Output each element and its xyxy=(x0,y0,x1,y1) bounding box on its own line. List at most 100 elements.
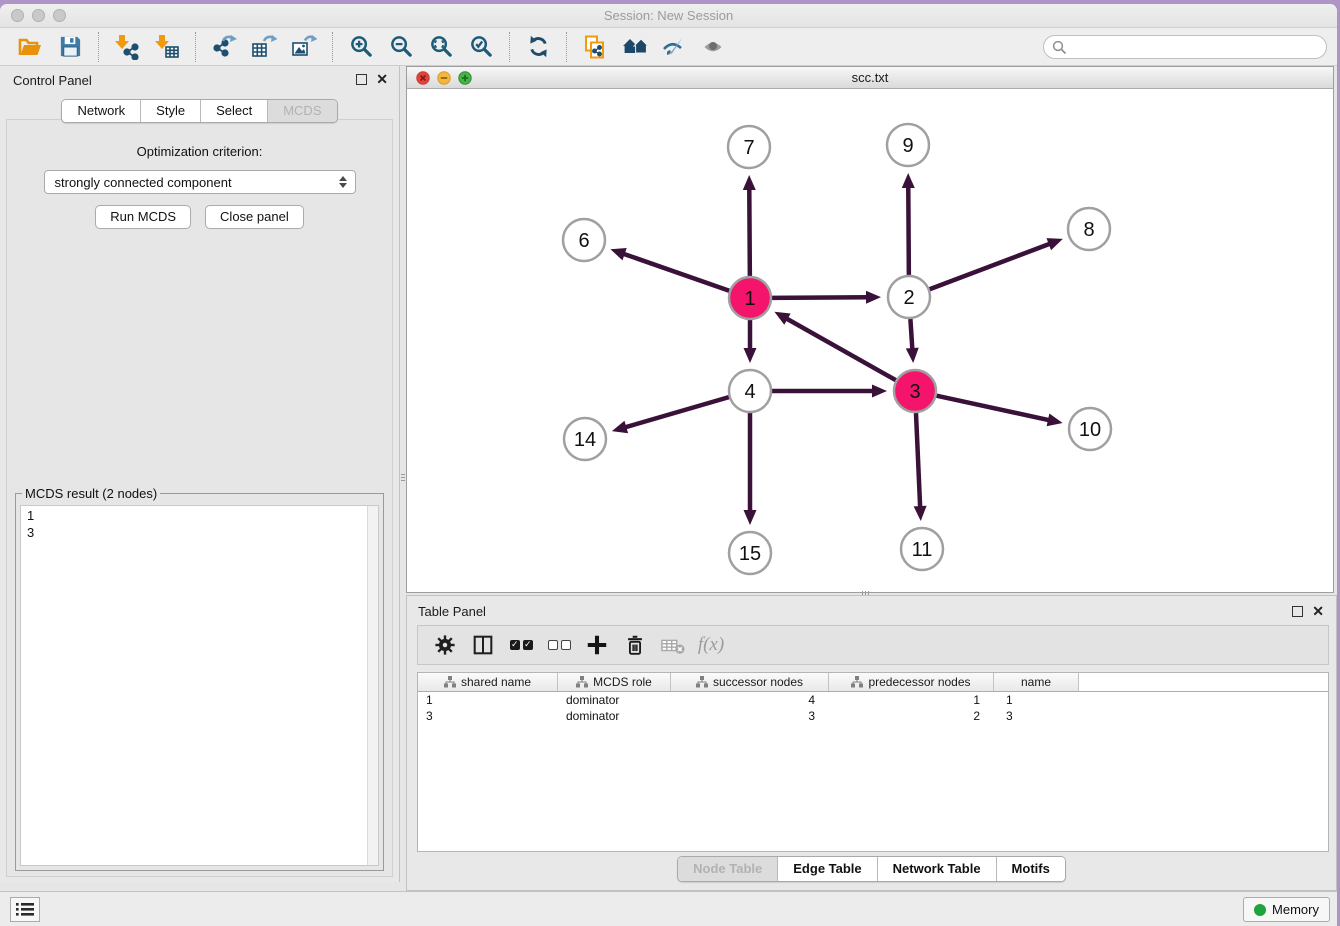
cell-shared-name[interactable]: 1 xyxy=(418,692,558,708)
criterion-value: strongly connected component xyxy=(55,175,339,190)
node-label-11: 11 xyxy=(912,539,933,561)
table-tab-network-table[interactable]: Network Table xyxy=(877,857,996,881)
home-view-icon[interactable] xyxy=(615,32,655,62)
table-tab-motifs[interactable]: Motifs xyxy=(996,857,1065,881)
search-icon xyxy=(1052,40,1067,55)
result-scrollbar[interactable] xyxy=(367,506,378,865)
toolbar-separator xyxy=(566,32,567,62)
edge-1-7[interactable] xyxy=(749,187,750,276)
table-tabs: Node TableEdge TableNetwork TableMotifs xyxy=(677,856,1066,882)
cell-shared-name[interactable]: 3 xyxy=(418,708,558,724)
split-view-icon[interactable] xyxy=(464,630,502,660)
memory-button[interactable]: Memory xyxy=(1243,897,1330,922)
mcds-panel: Optimization criterion: strongly connect… xyxy=(6,119,393,877)
table-tab-node-table[interactable]: Node Table xyxy=(678,857,777,881)
import-table-icon[interactable] xyxy=(147,32,187,62)
zoom-selected-icon[interactable] xyxy=(461,32,501,62)
close-table-panel-icon[interactable]: ✕ xyxy=(1312,604,1324,618)
export-image-icon[interactable] xyxy=(284,32,324,62)
show-graphics-details-icon[interactable] xyxy=(695,32,735,62)
save-session-icon[interactable] xyxy=(50,32,90,62)
zoom-out-icon[interactable] xyxy=(381,32,421,62)
delete-table-icon[interactable] xyxy=(654,630,692,660)
column-label: name xyxy=(1021,675,1051,689)
column-header-name[interactable]: name xyxy=(994,673,1079,691)
edge-arrowhead xyxy=(612,421,628,433)
criterion-dropdown[interactable]: strongly connected component xyxy=(44,170,356,194)
tab-select[interactable]: Select xyxy=(200,100,267,122)
edge-arrowhead xyxy=(610,248,626,260)
delete-column-icon[interactable] xyxy=(616,630,654,660)
float-panel-icon[interactable] xyxy=(356,74,367,85)
network-graph-canvas[interactable]: 1234678910111415 xyxy=(407,89,1333,592)
close-panel-button[interactable]: Close panel xyxy=(205,205,304,229)
edge-1-2[interactable] xyxy=(772,297,869,298)
cell-MCDS-role[interactable]: dominator xyxy=(558,708,671,724)
node-label-15: 15 xyxy=(739,543,761,565)
table-row-2[interactable]: 3dominator323 xyxy=(418,708,1328,724)
vertical-splitter-handle[interactable] xyxy=(400,464,406,490)
edge-1-6[interactable] xyxy=(622,253,729,291)
cell-predecessor-nodes[interactable]: 2 xyxy=(829,708,994,724)
memory-status-icon xyxy=(1254,904,1266,916)
cell-name[interactable]: 3 xyxy=(994,708,1079,724)
export-network-icon[interactable] xyxy=(204,32,244,62)
edge-3-10[interactable] xyxy=(936,396,1050,421)
edge-4-14[interactable] xyxy=(623,397,728,428)
tab-mcds[interactable]: MCDS xyxy=(267,100,336,122)
run-mcds-button[interactable]: Run MCDS xyxy=(95,205,191,229)
search-input[interactable] xyxy=(1043,35,1327,59)
node-label-8: 8 xyxy=(1083,219,1094,241)
refresh-layout-icon[interactable] xyxy=(518,32,558,62)
mcds-result-box[interactable]: 13 xyxy=(20,505,379,866)
zoom-fit-icon[interactable] xyxy=(421,32,461,62)
table-header-row: shared name MCDS rolesuccessor nodesprede… xyxy=(418,673,1328,692)
node-label-7: 7 xyxy=(743,137,754,159)
cell-MCDS-role[interactable]: dominator xyxy=(558,692,671,708)
select-all-checkboxes-icon[interactable] xyxy=(502,630,540,660)
cell-successor-nodes[interactable]: 3 xyxy=(671,708,829,724)
edge-2-3[interactable] xyxy=(910,319,912,351)
table-body: 1dominator4113dominator323 xyxy=(418,692,1328,724)
node-label-14: 14 xyxy=(574,429,596,451)
table-tab-edge-table[interactable]: Edge Table xyxy=(777,857,876,881)
deselect-all-checkboxes-icon[interactable] xyxy=(540,630,578,660)
node-table[interactable]: shared name MCDS rolesuccessor nodesprede… xyxy=(417,672,1329,852)
search-container xyxy=(1043,35,1327,59)
column-header-MCDS-role[interactable]: MCDS role xyxy=(558,673,671,691)
mcds-result-fieldset: MCDS result (2 nodes) 13 xyxy=(15,486,384,871)
edge-2-9[interactable] xyxy=(908,185,909,275)
edge-3-1[interactable] xyxy=(785,318,896,381)
tab-style[interactable]: Style xyxy=(140,100,200,122)
open-session-icon[interactable] xyxy=(10,32,50,62)
column-settings-icon[interactable] xyxy=(426,630,464,660)
import-network-icon[interactable] xyxy=(107,32,147,62)
zoom-in-icon[interactable] xyxy=(341,32,381,62)
status-bar: Memory xyxy=(0,891,1337,926)
apply-function-icon[interactable]: f(x) xyxy=(692,630,730,660)
optimization-criterion-label: Optimization criterion: xyxy=(7,144,392,159)
add-column-icon[interactable] xyxy=(578,630,616,660)
cell-name[interactable]: 1 xyxy=(994,692,1079,708)
duplicate-network-icon[interactable] xyxy=(575,32,615,62)
edge-2-8[interactable] xyxy=(930,243,1052,289)
network-window-titlebar[interactable]: scc.txt xyxy=(407,67,1333,89)
column-header-successor-nodes[interactable]: successor nodes xyxy=(671,673,829,691)
float-table-panel-icon[interactable] xyxy=(1292,606,1303,617)
close-panel-icon[interactable]: ✕ xyxy=(376,72,388,86)
column-header-predecessor-nodes[interactable]: predecessor nodes xyxy=(829,673,994,691)
hierarchy-icon xyxy=(851,676,863,688)
export-table-icon[interactable] xyxy=(244,32,284,62)
cell-predecessor-nodes[interactable]: 1 xyxy=(829,692,994,708)
edge-3-11[interactable] xyxy=(916,413,920,509)
task-history-button[interactable] xyxy=(10,897,40,922)
toolbar-separator xyxy=(195,32,196,62)
column-header-shared-name[interactable]: shared name xyxy=(418,673,558,691)
node-label-6: 6 xyxy=(578,230,589,252)
hide-graphics-details-icon[interactable] xyxy=(655,32,695,62)
tab-network[interactable]: Network xyxy=(62,100,140,122)
edge-arrowhead xyxy=(866,291,881,304)
cell-successor-nodes[interactable]: 4 xyxy=(671,692,829,708)
table-row-1[interactable]: 1dominator411 xyxy=(418,692,1328,708)
column-label: shared name xyxy=(461,675,531,689)
